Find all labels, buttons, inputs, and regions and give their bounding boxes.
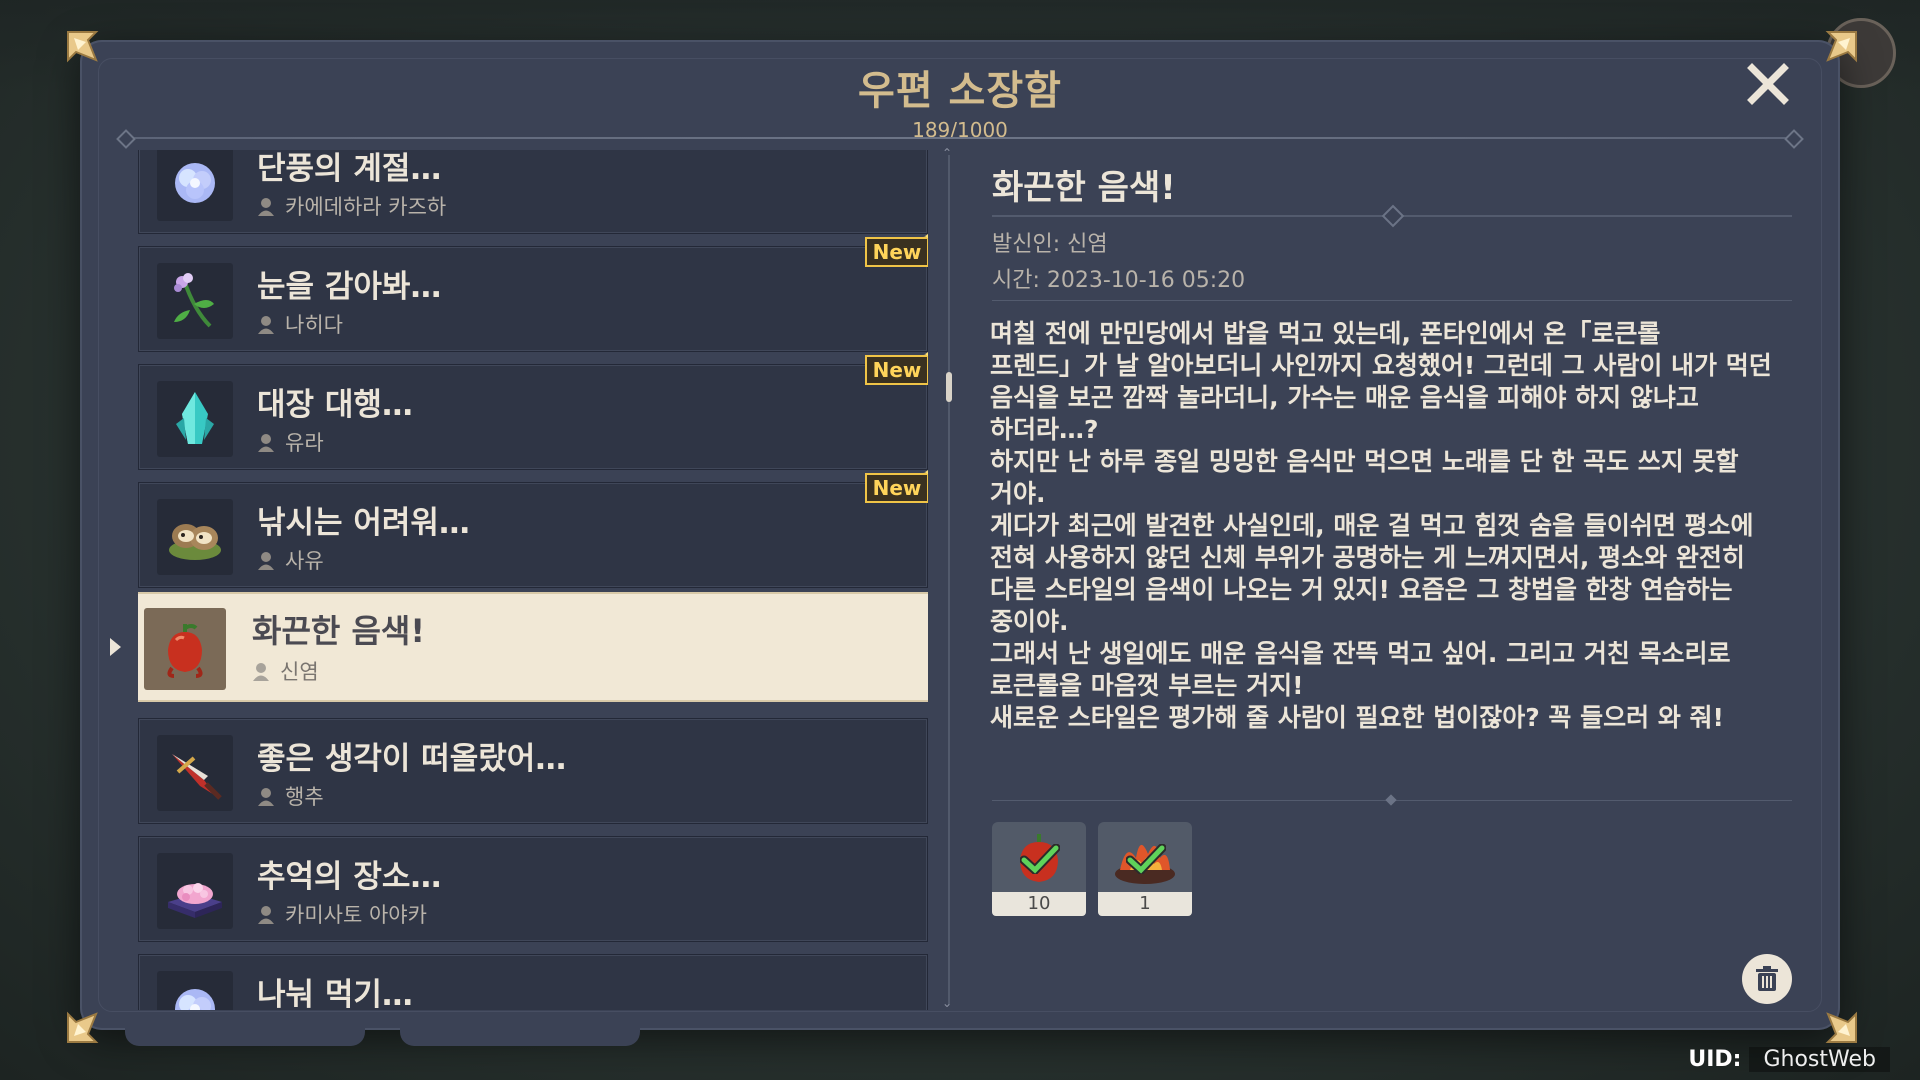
mail-sender: 사유 — [257, 545, 324, 575]
tanuki-icon — [169, 524, 221, 560]
attachment-count: 1 — [1098, 892, 1192, 916]
mail-sender-name: 카미사토 아야카 — [285, 903, 427, 927]
mail-list-item[interactable]: 단풍의 계절… 카에데하라 카즈하 — [138, 150, 928, 234]
mail-subject: 낚시는 어려워… — [257, 505, 470, 541]
mail-list-item[interactable]: 추억의 장소… 카미사토 아야카 — [138, 836, 928, 942]
scrollbar-track[interactable] — [948, 155, 950, 1005]
mail-sender-name: 신염 — [280, 660, 319, 684]
mail-list-item[interactable]: 낚시는 어려워… 사유 New — [138, 463, 928, 588]
scrollbar-thumb[interactable] — [946, 372, 952, 402]
mail-subject: 추억의 장소… — [257, 859, 442, 895]
sender-icon — [258, 552, 274, 570]
claimed-check-icon — [1020, 844, 1060, 874]
sender-icon — [258, 198, 274, 216]
close-icon — [1747, 63, 1789, 105]
close-button[interactable] — [1746, 62, 1790, 106]
mail-detail-time: 시간: 2023-10-16 05:20 — [992, 268, 1246, 293]
corner-ornament-icon — [1824, 30, 1858, 64]
mail-subject: 화끈한 음색! — [252, 612, 425, 650]
mail-subject: 나눠 먹기… — [257, 977, 413, 1010]
mail-list-item[interactable]: 좋은 생각이 떠올랐어… 행추 — [138, 718, 928, 824]
mail-subject: 눈을 감아봐… — [257, 269, 442, 305]
mail-sender: 카에데하라 카즈하 — [257, 191, 446, 221]
attachment-divider — [992, 794, 1792, 806]
mail-sender: 나히다 — [257, 309, 343, 339]
sender-icon — [253, 663, 269, 681]
header-divider — [125, 137, 1795, 139]
attachment-count: 10 — [992, 892, 1086, 916]
mail-sender-name: 나히다 — [285, 313, 343, 337]
sender-icon — [258, 788, 274, 806]
mail-list-item[interactable]: 대장 대행… 유라 New — [138, 345, 928, 470]
mail-list-item[interactable]: 눈을 감아봐… 나히다 New — [138, 227, 928, 352]
sender-icon — [258, 906, 274, 924]
claimed-check-icon — [1126, 844, 1166, 874]
corner-ornament-icon — [66, 30, 100, 64]
page-title: 우편 소장함 — [858, 68, 1062, 114]
trash-icon — [1756, 966, 1778, 991]
mail-item-icon-box — [157, 735, 233, 811]
mail-detail-title: 화끈한 음색! — [992, 168, 1176, 208]
mail-detail-sender: 발신인: 신염 — [992, 232, 1108, 257]
mail-item-icon-box — [157, 263, 233, 339]
mailbox-header: 우편 소장함 189/1000 — [0, 58, 1920, 142]
mail-sender-name: 유라 — [285, 431, 324, 455]
mail-sender-name: 카에데하라 카즈하 — [285, 195, 447, 219]
corner-ornament-icon — [1824, 1010, 1858, 1044]
mail-item-icon-box — [157, 853, 233, 929]
attachment-item[interactable]: 1 — [1098, 822, 1192, 916]
uid-display: UID: GhostWeb — [1688, 1047, 1890, 1072]
scroll-up-icon[interactable]: ⌃ — [942, 146, 952, 160]
mail-item-icon-box — [157, 150, 233, 221]
new-badge: New — [865, 463, 928, 503]
pink-cake-icon — [168, 883, 222, 918]
flower-stem-icon — [174, 273, 214, 328]
ice-crystal-icon — [176, 392, 214, 444]
mail-item-icon-box — [144, 608, 226, 690]
attachment-item[interactable]: 10 — [992, 822, 1086, 916]
sender-icon — [258, 316, 274, 334]
mail-item-icon-box — [157, 381, 233, 457]
uid-value: GhostWeb — [1749, 1047, 1890, 1072]
background-tab — [400, 1028, 640, 1046]
mail-item-icon-box — [157, 971, 233, 1010]
mail-item-icon-box — [157, 499, 233, 575]
mail-subject: 좋은 생각이 떠올랐어… — [257, 741, 567, 777]
mail-sender-name: 사유 — [285, 549, 324, 573]
delete-mail-button[interactable] — [1742, 954, 1792, 1004]
crystal-flower-icon — [175, 163, 215, 203]
mail-list[interactable]: 단풍의 계절… 카에데하라 카즈하 눈을 감아봐… 나히다 New ✦ 대장 대… — [138, 150, 928, 1010]
selection-arrow-icon — [110, 638, 121, 656]
mail-sender: 유라 — [257, 427, 324, 457]
detail-divider — [992, 300, 1792, 301]
background-tab — [125, 1028, 365, 1046]
mail-sender: 카미사토 아야카 — [257, 899, 427, 929]
uid-label: UID: — [1688, 1047, 1742, 1072]
sender-icon — [258, 434, 274, 452]
mail-sender-name: 행추 — [285, 785, 324, 809]
corner-ornament-icon — [66, 1010, 100, 1044]
mail-list-item[interactable]: 나눠 먹기… — [138, 954, 928, 1010]
attachment-list: 10 1 — [992, 822, 1192, 916]
crystal-flower-icon — [175, 989, 215, 1010]
mail-subject: 대장 대행… — [257, 387, 413, 423]
scroll-down-icon[interactable]: ⌄ — [942, 996, 952, 1010]
mail-sender: 행추 — [257, 781, 324, 811]
new-badge: New — [865, 227, 928, 267]
mail-subject: 단풍의 계절… — [257, 151, 442, 187]
detail-divider — [992, 204, 1792, 228]
red-claymore-icon — [172, 754, 222, 800]
mail-list-item-selected[interactable]: 화끈한 음색! 신염 — [138, 592, 928, 702]
mail-body: 며칠 전에 만민당에서 밥을 먹고 있는데, 폰타인에서 온「로큰롤 프렌드」가… — [990, 319, 1772, 732]
mail-sender: 신염 — [252, 656, 319, 686]
new-badge: New — [865, 345, 928, 385]
pepper-icon — [167, 624, 203, 678]
